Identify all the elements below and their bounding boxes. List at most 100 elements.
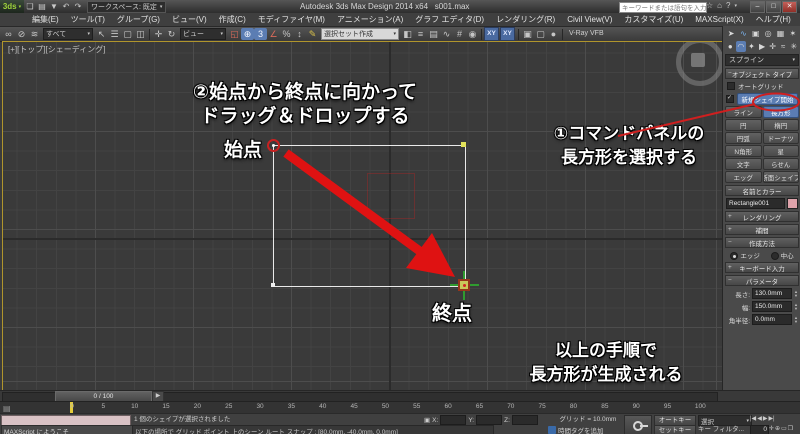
named-selection-sets-combo[interactable]: 選択セット作成▾ [321,28,399,40]
helpers-icon[interactable]: ✛ [767,41,778,52]
render-setup-icon[interactable]: ▣ [521,28,534,40]
utilities-tab-icon[interactable]: ✶ [787,28,798,39]
curve-editor-icon[interactable]: ∿ [440,28,453,40]
viewport-nav-icon[interactable]: ▭ [781,425,787,432]
rollout-name-color[interactable]: − 名前とカラー [725,185,799,196]
minimize-button[interactable]: – [750,1,765,13]
viewport[interactable]: [+][トップ][シェーディング] ②始点から終点に向かって ドラッグ＆ドロップ… [2,41,723,391]
render-icon[interactable]: ● [547,28,560,40]
corner-radius-spinner[interactable]: ▲▼ [794,316,798,324]
menu-item[interactable]: Civil View(V) [561,15,618,24]
autogrid-checkbox[interactable] [727,82,735,90]
systems-icon[interactable]: ✳ [788,41,799,52]
viewport-nav-icon[interactable]: ⊕ [775,425,780,432]
object-type-button[interactable]: 長方形 [763,106,800,118]
modify-tab-icon[interactable]: ∿ [738,28,749,39]
maxscript-listener-text[interactable]: MAXScript にようこそ [1,425,135,434]
select-by-name-icon[interactable]: ☰ [108,28,121,40]
rollout-keyboard-entry[interactable]: + キーボード入力 [725,262,799,273]
sign-in-icon[interactable]: ☆ [706,1,713,11]
mirror-icon[interactable]: ◧ [401,28,414,40]
align-icon[interactable]: ≡ [414,28,427,40]
search-input[interactable]: キーワードまたは語句を入力 [619,2,707,13]
percent-snap-icon[interactable]: % [280,28,293,40]
object-type-button[interactable]: 星 [763,145,800,157]
help-icon[interactable]: ? [726,1,730,11]
app-logo-button[interactable]: 3ds▾ [0,0,24,13]
width-spinner[interactable]: ▲▼ [794,303,798,311]
rollout-rendering[interactable]: + レンダリング [725,211,799,222]
start-new-shape-button[interactable]: 新規シェイプ開始 [737,93,798,105]
geometry-icon[interactable]: ● [725,41,736,52]
rollout-parameters[interactable]: − パラメータ [725,275,799,286]
undo-icon[interactable]: ↶ [60,2,72,11]
object-type-button[interactable]: 文字 [725,158,762,170]
set-keys-button[interactable] [624,415,652,434]
bind-spacewarp-icon[interactable]: ≋ [28,28,41,40]
window-crossing-icon[interactable]: ◫ [134,28,147,40]
vray-vfb-button[interactable]: V-Ray VFB [565,28,608,40]
object-color-swatch[interactable] [787,198,798,209]
menu-item[interactable]: ビュー(V) [166,14,213,25]
start-new-shape-checkbox[interactable] [726,95,734,103]
rect-region-icon[interactable]: ▢ [121,28,134,40]
menu-item[interactable]: アニメーション(A) [331,14,409,25]
menu-item[interactable]: グループ(G) [111,14,166,25]
layer-manager-icon[interactable]: ▤ [427,28,440,40]
object-type-button[interactable]: N角形 [725,145,762,157]
close-button[interactable]: ✕ [782,1,797,13]
xy-constraint-button[interactable]: XY [484,27,499,41]
menu-item[interactable]: 作成(C) [213,14,252,25]
key-filters-button[interactable]: キー フィルタ... [698,425,746,434]
use-center-icon[interactable]: ⊕ [241,28,254,40]
new-file-icon[interactable]: ❏ [24,2,36,11]
add-time-tag[interactable]: 時間タグを追加 [548,425,604,434]
rollout-object-type[interactable]: − オブジェクト タイプ [725,68,799,79]
select-object-icon[interactable]: ↖ [95,28,108,40]
snap-toggle-icon[interactable]: 3 [254,28,267,40]
playback-icon[interactable]: ◀ [757,415,762,422]
menu-item[interactable]: ツール(T) [65,14,111,25]
autogrid-checkbox-row[interactable]: オートグリッド [727,81,797,91]
playback-icon[interactable]: ▶| [768,415,774,422]
viewcube-face[interactable] [691,53,705,67]
lock-selection-icon[interactable]: ▣ [424,416,430,424]
object-type-button[interactable]: ドーナツ [763,132,800,144]
rollout-interpolation[interactable]: + 補間 [725,224,799,235]
menu-item[interactable]: ヘルプ(H) [750,14,797,25]
length-input[interactable]: 130.0mm [752,288,792,299]
rollout-creation-method[interactable]: − 作成方法 [725,237,799,248]
object-type-button[interactable]: エッグ [725,171,762,183]
corner-radius-input[interactable]: 0.0mm [752,314,792,325]
spline-category-dropdown[interactable]: スプライン ▾ [725,54,799,66]
workspace-dropdown[interactable]: ワークスペース: 既定 ▾ [87,1,166,13]
menu-item[interactable]: グラフ エディタ(D) [409,14,490,25]
y-coordinate-field[interactable] [476,415,502,425]
select-rotate-icon[interactable]: ↻ [165,28,178,40]
xy-constraint-button-2[interactable]: XY [500,27,515,41]
selection-filter-dropdown[interactable]: すべて▾ [43,28,93,40]
motion-tab-icon[interactable]: ◎ [763,28,774,39]
object-type-button[interactable]: 断面シェイプ [763,171,800,183]
chevron-down-icon[interactable]: ▾ [734,1,737,11]
redo-icon[interactable]: ↷ [72,2,84,11]
viewport-label[interactable]: [+][トップ][シェーディング] [8,44,105,55]
ref-coord-dropdown[interactable]: ビュー▾ [180,28,226,40]
select-link-icon[interactable]: ∞ [2,28,15,40]
select-move-icon[interactable]: ✛ [152,28,165,40]
lights-icon[interactable]: ✦ [746,41,757,52]
edit-selection-icon[interactable]: ✎ [306,28,319,40]
menu-item[interactable]: モディファイヤ(M) [252,14,331,25]
select-scale-icon[interactable]: ◱ [228,28,241,40]
center-radio[interactable]: 中心 [771,250,794,260]
menu-item[interactable]: カスタマイズ(U) [618,14,689,25]
playback-icon[interactable]: ▶ [763,415,768,422]
viewcube[interactable] [676,41,723,86]
open-file-icon[interactable]: ▤ [36,2,48,11]
width-input[interactable]: 150.0mm [752,301,792,312]
viewport-nav-icon[interactable]: ❒ [788,425,793,432]
playback-icon[interactable]: |◀ [750,415,756,422]
menu-item[interactable]: 編集(E) [26,14,65,25]
start-new-shape-row[interactable]: 新規シェイプ開始 [726,93,798,105]
set-key-button[interactable]: セットキー [654,425,696,434]
